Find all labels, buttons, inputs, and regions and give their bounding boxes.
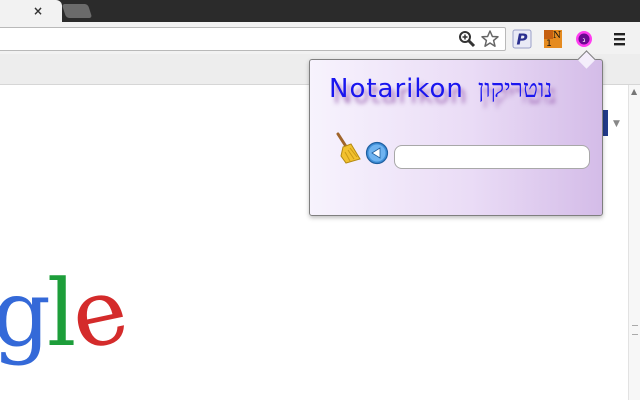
- tab-strip: ×: [0, 0, 640, 22]
- svg-text:P: P: [517, 31, 528, 49]
- hamburger-menu-icon[interactable]: [609, 30, 629, 48]
- page-scrollbar[interactable]: ▲: [628, 85, 640, 400]
- svg-text:1: 1: [546, 39, 552, 49]
- back-arrow-icon[interactable]: [365, 141, 389, 165]
- new-tab-button[interactable]: [61, 4, 93, 18]
- google-logo[interactable]: gle: [0, 256, 133, 371]
- popup-title-hebrew: נוטריקון: [477, 74, 553, 103]
- popup-title-latin: Notarikon: [329, 74, 464, 104]
- svg-text:ג: ג: [583, 36, 586, 44]
- scroll-grip[interactable]: [632, 325, 638, 335]
- scroll-up-icon[interactable]: ▲: [631, 87, 637, 96]
- logo-letter-g: g: [0, 260, 51, 367]
- browser-toolbar: P 1 N ג: [0, 22, 640, 54]
- tab-close-icon[interactable]: ×: [30, 2, 46, 20]
- notarikon-popup: Notarikon נוטריקון: [309, 50, 603, 216]
- bookmark-star-icon[interactable]: [480, 29, 500, 49]
- notarikon-input[interactable]: [394, 145, 590, 169]
- zoom-icon[interactable]: [457, 29, 477, 49]
- logo-letter-e: e: [61, 255, 134, 372]
- tab-active[interactable]: ×: [0, 0, 62, 22]
- svg-text:N: N: [553, 31, 561, 41]
- 1n-extension-icon[interactable]: 1 N: [543, 29, 563, 49]
- broom-icon[interactable]: [332, 132, 362, 164]
- page-dropdown-icon[interactable]: ▼: [613, 119, 620, 129]
- notarikon-extension-icon[interactable]: ג: [574, 29, 594, 49]
- p-extension-icon[interactable]: P: [512, 29, 532, 49]
- popup-title: Notarikon נוטריקון: [329, 74, 599, 114]
- address-bar[interactable]: [0, 27, 506, 51]
